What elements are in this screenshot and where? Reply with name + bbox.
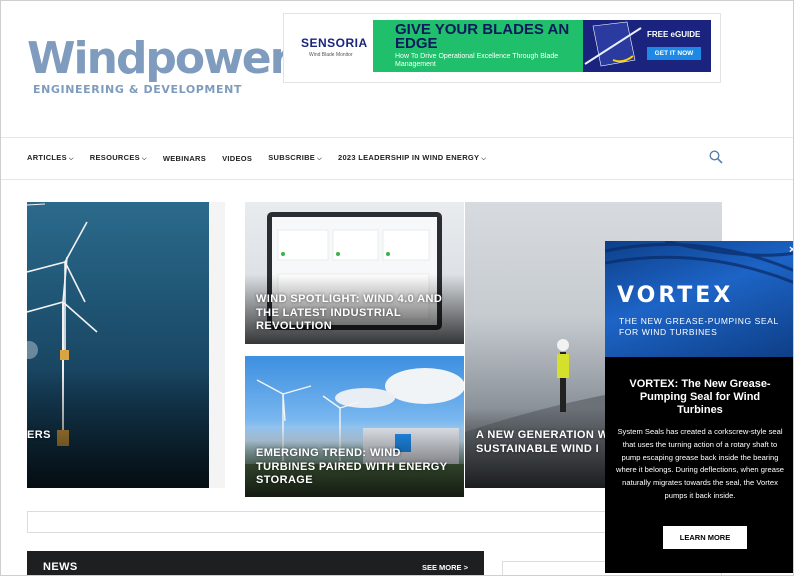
chevron-down-icon: ⌵ [317, 156, 322, 162]
ad-cta-button[interactable]: GET IT NOW [647, 47, 701, 60]
nav-item-articles[interactable]: ARTICLES ⌵ [27, 153, 74, 163]
ad-brand-tagline: Wind Blade Monitor [309, 52, 353, 58]
popup-brand: VORTEX [617, 283, 734, 308]
ad-brand-block: SENSORIA Wind Blade Monitor [295, 20, 373, 72]
popup-headline: VORTEX: The New Grease-Pumping Seal for … [629, 378, 771, 416]
hero-tile-title: WIND SPOTLIGHT: WIND 4.0 AND THE LATEST … [256, 293, 443, 332]
hero-tile-title: EMERGING TREND: WIND TURBINES PAIRED WIT… [256, 447, 448, 486]
news-section-header: NEWS SEE MORE > [27, 551, 484, 575]
nav-label: 2023 LEADERSHIP IN WIND ENERGY [337, 153, 480, 162]
nav-item-videos[interactable]: VIDEOS [222, 154, 252, 163]
slider-prev-button[interactable] [20, 341, 38, 359]
popup-tagline: THE NEW GREASE-PUMPING SEAL FOR WIND TUR… [619, 316, 779, 337]
hero-tile-title: ERS [27, 429, 51, 441]
nav-label: ARTICLES [27, 153, 67, 162]
logo-wordmark: Windpower [27, 33, 291, 84]
learn-more-button[interactable]: LEARN MORE [663, 526, 747, 549]
nav-item-webinars[interactable]: WEBINARS [163, 154, 206, 163]
chevron-down-icon: ⌵ [481, 156, 487, 162]
hero-tile-offshore[interactable]: ERS [27, 202, 209, 488]
main-nav: ARTICLES ⌵ RESOURCES ⌵ WEBINARS VIDEOS SUB… [27, 147, 502, 169]
ad-brand-name: SENSORIA [301, 36, 368, 50]
site-logo[interactable]: Windpower ENGINEERING & DEVELOPMENT [27, 33, 291, 97]
popup-body-text: System Seals has created a corkscrew-sty… [615, 427, 784, 500]
nav-label: WEBINARS [162, 153, 207, 163]
hero-tile-wind-spotlight[interactable]: WIND SPOTLIGHT: WIND 4.0 AND THE LATEST … [245, 202, 464, 344]
section-title: NEWS [43, 561, 78, 573]
nav-item-resources[interactable]: RESOURCES ⌵ [90, 153, 147, 163]
close-icon[interactable]: × [789, 244, 793, 256]
logo-subtitle: ENGINEERING & DEVELOPMENT [33, 83, 242, 96]
tile-shade [27, 368, 209, 488]
divider [1, 179, 793, 180]
hero-tile-energy-storage[interactable]: EMERGING TREND: WIND TURBINES PAIRED WIT… [245, 356, 464, 497]
ad-headline-block: GIVE YOUR BLADES AN EDGE How To Drive Op… [373, 20, 583, 72]
search-icon[interactable] [709, 150, 723, 164]
nav-label: VIDEOS [222, 153, 253, 163]
nav-label: SUBSCRIBE [268, 153, 316, 162]
page: Windpower ENGINEERING & DEVELOPMENT SENS… [0, 0, 794, 576]
tile-gap [209, 202, 225, 488]
banner-ad[interactable]: SENSORIA Wind Blade Monitor GIVE YOUR BL… [295, 20, 711, 72]
ad-headline: GIVE YOUR BLADES AN EDGE [395, 21, 570, 52]
nav-item-leadership[interactable]: 2023 LEADERSHIP IN WIND ENERGY ⌵ [338, 153, 486, 163]
ad-frame: SENSORIA Wind Blade Monitor GIVE YOUR BL… [283, 13, 721, 83]
divider [1, 137, 793, 138]
ad-guide-label: FREE eGUIDE [647, 30, 701, 39]
ad-ebook-graphic [584, 21, 642, 67]
popup-banner: VORTEX THE NEW GREASE-PUMPING SEAL FOR W… [605, 241, 793, 357]
ad-subline: How To Drive Operational Excellence Thro… [395, 53, 559, 68]
nav-item-subscribe[interactable]: SUBSCRIBE ⌵ [268, 153, 322, 163]
chevron-down-icon: ⌵ [141, 156, 147, 162]
vortex-popup-ad[interactable]: VORTEX THE NEW GREASE-PUMPING SEAL FOR W… [605, 241, 793, 573]
nav-label: RESOURCES [89, 153, 140, 162]
see-more-link[interactable]: SEE MORE > [422, 563, 468, 572]
chevron-down-icon: ⌵ [68, 156, 74, 162]
